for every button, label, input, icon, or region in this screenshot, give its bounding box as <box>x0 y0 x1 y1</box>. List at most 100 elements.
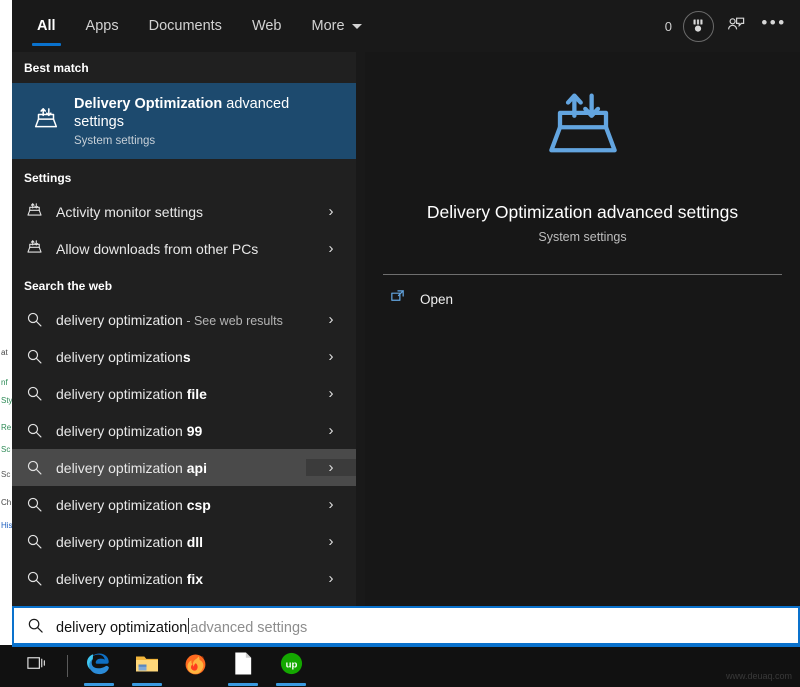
feedback-button[interactable] <box>718 8 754 44</box>
tab-list: All Apps Documents Web More <box>12 0 377 52</box>
chevron-right-icon[interactable]: › <box>306 311 356 328</box>
web-result-row[interactable]: delivery optimization 99 › <box>12 412 356 449</box>
taskbar-file-explorer[interactable] <box>123 645 171 687</box>
search-icon <box>12 311 56 328</box>
web-result-row[interactable]: delivery optimization - See web results › <box>12 301 356 338</box>
taskbar-task-view-button[interactable] <box>12 645 60 687</box>
tab-label: All <box>37 18 56 34</box>
background-text-fragment: Sc <box>1 470 11 479</box>
search-icon <box>12 422 56 439</box>
edge-icon <box>86 651 112 682</box>
svg-text:up: up <box>285 660 297 671</box>
chevron-right-icon[interactable]: › <box>306 203 356 220</box>
taskbar-active-indicator <box>276 683 306 686</box>
query-suffix: - See web results <box>182 313 283 328</box>
feedback-person-icon <box>726 14 746 39</box>
background-text-fragment: nf <box>1 378 8 387</box>
settings-result-row-label: Activity monitor settings <box>56 203 204 220</box>
delivery-optimization-icon <box>12 239 56 258</box>
background-text-fragment: Re <box>1 423 12 432</box>
chevron-down-icon <box>351 23 362 29</box>
results-list-pane: Best match Delivery Optimization advance… <box>12 52 356 606</box>
taskbar-upwork[interactable]: up <box>267 645 315 687</box>
preview-subtitle: System settings <box>538 230 627 244</box>
settings-result-row[interactable]: Activity monitor settings › <box>12 193 356 230</box>
search-filter-tabbar: All Apps Documents Web More 0 ••• <box>12 0 800 52</box>
web-result-row[interactable]: delivery optimization dll › <box>12 523 356 560</box>
search-icon <box>12 348 56 365</box>
query-highlight: fix <box>186 570 204 587</box>
chevron-right-icon[interactable]: › <box>306 422 356 439</box>
file-explorer-icon <box>134 652 160 681</box>
web-results: delivery optimization - See web results ›… <box>12 301 356 597</box>
web-result-row-label: delivery optimizations <box>56 349 306 365</box>
chevron-right-icon[interactable]: › <box>306 496 356 513</box>
chevron-right-icon[interactable]: › <box>306 570 356 587</box>
search-icon <box>12 459 56 476</box>
tab-web[interactable]: Web <box>237 0 297 52</box>
query-prefix: delivery optimization <box>56 348 183 365</box>
text-cursor <box>188 617 190 634</box>
query-prefix: delivery optimization <box>56 385 187 402</box>
settings-result-row[interactable]: Allow downloads from other PCs › <box>12 230 356 267</box>
best-match-result[interactable]: Delivery Optimization advanced settings … <box>12 83 356 159</box>
chevron-right-icon[interactable]: › <box>306 348 356 365</box>
tab-documents[interactable]: Documents <box>134 0 237 52</box>
chevron-right-icon[interactable]: › <box>306 385 356 402</box>
best-match-subtitle: System settings <box>74 135 156 147</box>
taskbar: up www.deuaq.com <box>0 645 800 687</box>
more-options-button[interactable]: ••• <box>756 8 792 44</box>
windows-search-flyout: All Apps Documents Web More 0 ••• Best m… <box>12 0 800 645</box>
web-result-row[interactable]: delivery optimizations › <box>12 338 356 375</box>
taskbar-firefox[interactable] <box>171 645 219 687</box>
search-icon <box>12 385 56 402</box>
query-prefix: delivery optimization <box>56 533 187 550</box>
taskbar-active-indicator <box>84 683 114 686</box>
tab-all[interactable]: All <box>22 0 71 52</box>
web-result-row[interactable]: delivery optimization fix › <box>12 560 356 597</box>
settings-heading: Settings <box>24 171 72 185</box>
web-result-row-label: delivery optimization dll <box>56 534 306 550</box>
search-input-text[interactable]: delivery optimization advanced settings <box>56 616 307 636</box>
tab-label: Documents <box>148 18 222 34</box>
background-text-fragment: Sc <box>1 445 11 454</box>
best-match-title-bold: Delivery Optimization <box>74 96 223 112</box>
open-action[interactable]: Open <box>389 288 800 310</box>
web-result-row[interactable]: delivery optimization api › <box>12 449 356 486</box>
screen: at nf Sty Re Sc Sc Ch His All Apps Documents Web Mo… <box>0 0 800 687</box>
search-icon <box>14 617 56 634</box>
search-icon <box>12 533 56 550</box>
query-highlight: dll <box>186 533 204 550</box>
search-icon <box>12 496 56 513</box>
tab-more[interactable]: More <box>297 0 377 52</box>
web-result-row-label: delivery optimization csp <box>56 497 306 513</box>
taskbar-document[interactable] <box>219 645 267 687</box>
tab-label: More <box>311 18 345 34</box>
preview-pane: Delivery Optimization advanced settings … <box>365 52 800 606</box>
chevron-right-icon[interactable]: › <box>306 533 356 550</box>
background-text-fragment: Sty <box>1 396 13 405</box>
chevron-right-icon[interactable]: › <box>306 240 356 257</box>
preview-title: Delivery Optimization advanced settings <box>426 202 739 222</box>
query-prefix: delivery optimization <box>56 496 187 513</box>
query-prefix: delivery optimization <box>56 570 187 587</box>
background-text-fragment: at <box>1 348 8 357</box>
search-the-web-heading: Search the web <box>24 279 113 293</box>
header-actions: 0 ••• <box>665 0 792 52</box>
web-result-row[interactable]: delivery optimization csp › <box>12 486 356 523</box>
chevron-right-icon[interactable]: › <box>306 459 356 476</box>
best-match-title: Delivery Optimization advanced settings <box>74 95 324 131</box>
taskbar-active-indicator <box>228 683 258 686</box>
query-prefix: delivery optimization <box>56 311 183 328</box>
preview-divider <box>383 274 782 275</box>
taskbar-microsoft-edge[interactable] <box>75 645 123 687</box>
web-result-row-label: delivery optimization - See web results <box>56 312 306 328</box>
tab-label: Web <box>251 18 282 34</box>
tab-apps[interactable]: Apps <box>71 0 134 52</box>
web-result-row-label: delivery optimization api <box>56 460 306 476</box>
rewards-button[interactable] <box>680 8 716 44</box>
document-icon <box>232 651 254 681</box>
web-result-row[interactable]: delivery optimization file › <box>12 375 356 412</box>
medal-icon <box>682 10 714 42</box>
search-input-bar[interactable]: delivery optimization advanced settings <box>12 606 800 645</box>
